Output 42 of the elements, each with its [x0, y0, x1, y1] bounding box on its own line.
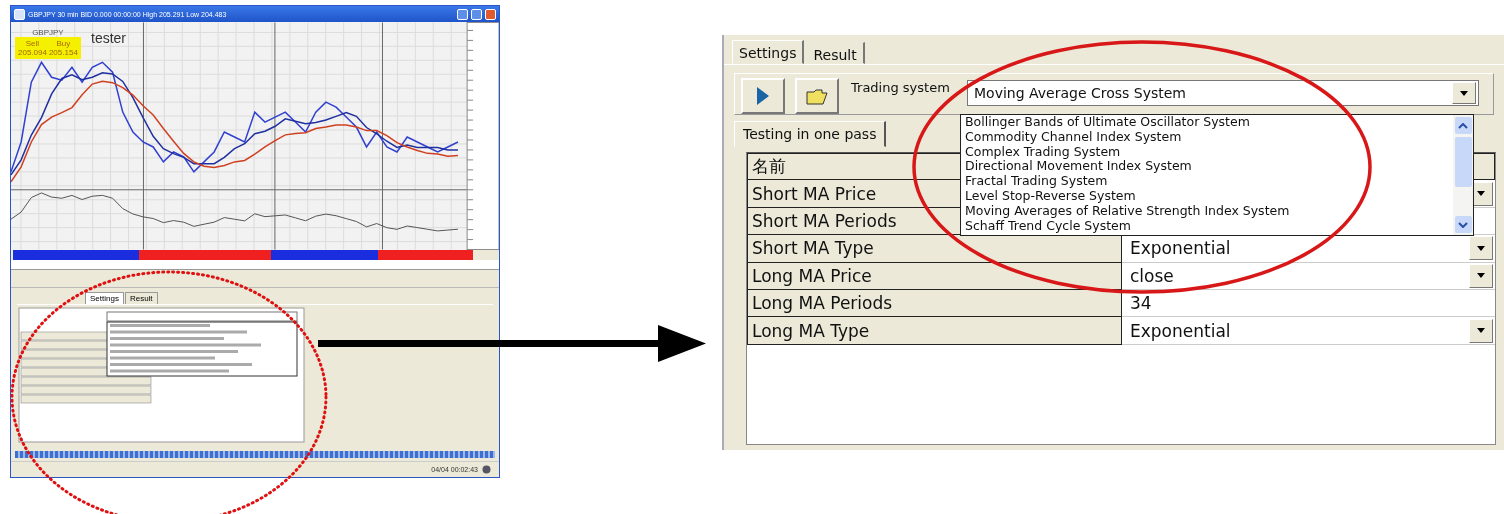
property-value[interactable]: Exponential	[1130, 320, 1231, 341]
run-button[interactable]	[741, 78, 785, 114]
tab[interactable]: Result	[124, 292, 158, 305]
play-icon	[756, 86, 770, 106]
property-value[interactable]: close	[1130, 265, 1174, 286]
dropdown-button[interactable]	[1469, 263, 1493, 288]
property-value[interactable]: 34	[1130, 293, 1152, 314]
dropdown-option[interactable]: Bollinger Bands of Ultimate Oscillator System	[965, 115, 1453, 130]
caret-icon	[1477, 328, 1485, 334]
app-icon	[14, 8, 25, 20]
dropdown-button[interactable]	[1469, 236, 1493, 261]
buy-label: Buy	[55, 39, 72, 49]
dropdown-button[interactable]	[1469, 318, 1493, 343]
property-name: Long MA Periods	[747, 289, 1122, 318]
symbol-label: GBPJPY	[32, 28, 64, 38]
tab[interactable]: Testing in one pass	[734, 121, 887, 147]
property-name: Long MA Type	[747, 317, 1122, 345]
sell-label: Sell	[24, 39, 41, 49]
dropdown-option[interactable]: Commodity Channel Index System	[965, 129, 1453, 145]
caret-icon	[1477, 273, 1485, 279]
open-button[interactable]	[795, 78, 839, 114]
property-value[interactable]: Exponential	[1130, 238, 1231, 259]
caret-icon	[1477, 191, 1485, 197]
tab[interactable]: Settings	[732, 40, 805, 64]
scrollbar[interactable]	[1453, 115, 1473, 235]
trading-system-dropdown[interactable]: Moving Average Cross System	[967, 80, 1479, 106]
quote-box[interactable]: Sell Buy 205.094 205.154	[15, 37, 81, 60]
maximize-icon[interactable]	[471, 8, 482, 20]
folder-icon	[806, 87, 828, 105]
minimize-icon[interactable]	[457, 8, 468, 20]
scroll-down-icon	[1458, 221, 1468, 228]
globe-icon	[482, 464, 491, 474]
sell-price: 205.094	[18, 48, 47, 58]
caret-icon	[1477, 245, 1485, 251]
tab[interactable]: Settings	[85, 292, 124, 305]
chart-caption: tester	[91, 30, 126, 47]
property-name: Short MA Type	[747, 235, 1122, 263]
trading-system-label: Trading system	[851, 80, 951, 95]
buy-price: 205.154	[48, 48, 78, 58]
caret-icon	[1460, 90, 1468, 96]
scroll-up-icon	[1458, 122, 1468, 129]
close-icon[interactable]	[485, 8, 496, 20]
